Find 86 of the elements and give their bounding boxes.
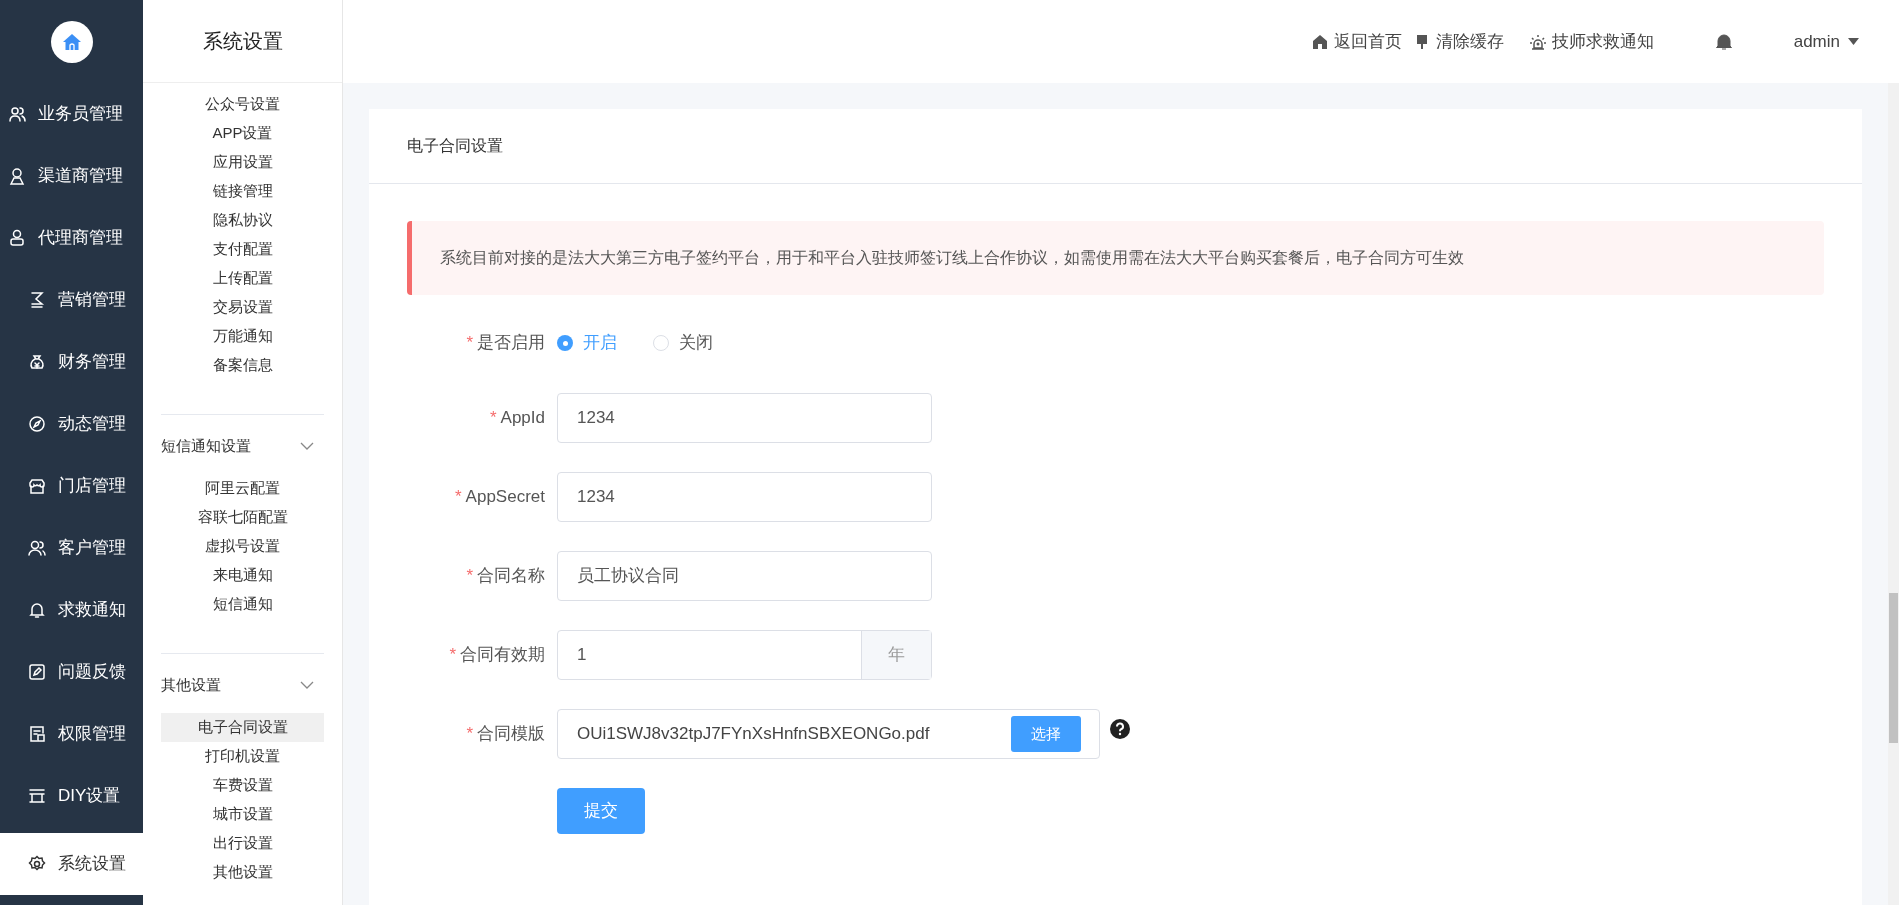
users-icon (28, 539, 46, 557)
file-field[interactable]: OUi1SWJ8v32tpJ7FYnXsHnfnSBXEONGo.pdf 选择 (557, 709, 1100, 759)
required-mark: * (449, 644, 456, 667)
radio-button[interactable] (653, 335, 669, 351)
submenu-item[interactable]: 上传配置 (161, 264, 324, 293)
required-mark: * (466, 332, 473, 355)
submenu-item[interactable]: 容联七陌配置 (161, 503, 324, 532)
nav-item[interactable]: 权限管理 (0, 703, 143, 765)
radio-button[interactable] (557, 335, 573, 351)
submenu-item[interactable]: 阿里云配置 (161, 474, 324, 503)
nav-item[interactable]: 动态管理 (0, 393, 143, 455)
submenu-item[interactable]: 城市设置 (161, 800, 324, 829)
input-field[interactable]: 1234 (557, 472, 932, 522)
nav-item[interactable]: 求救通知 (0, 579, 143, 641)
required-mark: * (489, 407, 497, 430)
required-mark: * (466, 723, 473, 746)
submenu-item[interactable]: 隐私协议 (161, 206, 324, 235)
required-mark: * (455, 486, 462, 509)
submenu-group-header[interactable]: 短信通知设置 (161, 426, 324, 466)
list-doc-icon (28, 725, 46, 743)
chevron-icon (300, 680, 314, 690)
chevron-icon (300, 441, 314, 451)
field-label: 合同名称 (477, 565, 545, 588)
nav-item[interactable]: 问题反馈 (0, 641, 143, 703)
siren-icon (1529, 33, 1546, 50)
money-bag-icon (28, 353, 46, 371)
field-label: 是否启用 (477, 332, 545, 355)
submenu-item[interactable]: 来电通知 (161, 561, 324, 590)
flag-icon (28, 291, 46, 309)
user-menu[interactable]: admin (1793, 28, 1859, 55)
nav-item[interactable]: 门店管理 (0, 455, 143, 517)
field-label: AppId (500, 407, 545, 430)
nav-item[interactable]: 代理商管理 (0, 207, 143, 269)
nav-item[interactable]: 财务管理 (0, 331, 143, 393)
bell-icon (28, 601, 46, 619)
header-link[interactable]: 清除缓存 (1413, 28, 1504, 55)
input-field[interactable]: 1 年 (557, 630, 932, 680)
submenu-item[interactable]: 万能通知 (161, 322, 324, 351)
store-icon (28, 477, 46, 495)
nav-item[interactable]: 业务员管理 (0, 83, 143, 145)
gear-icon (28, 855, 46, 873)
person-icon (8, 167, 26, 185)
submenu-item[interactable]: 链接管理 (161, 177, 324, 206)
nav-item[interactable]: 渠道商管理 (0, 145, 143, 207)
submenu-title: 系统设置 (202, 29, 283, 54)
submenu-item[interactable]: 公众号设置 (161, 90, 324, 119)
submenu-item[interactable]: 其他设置 (161, 858, 324, 887)
submenu-item[interactable]: 应用设置 (161, 148, 324, 177)
logo-icon (50, 20, 93, 63)
header-link[interactable]: 返回首页 (1311, 28, 1402, 55)
person-card-icon (8, 229, 26, 247)
nav-item[interactable]: DIY设置 (0, 765, 143, 827)
compass-icon (28, 415, 46, 433)
help-icon[interactable] (1110, 719, 1130, 739)
submenu-item[interactable]: 出行设置 (161, 829, 324, 858)
radio-option[interactable]: 关闭 (653, 330, 713, 356)
submenu-item[interactable]: 虚拟号设置 (161, 532, 324, 561)
input-field[interactable]: 1234 (557, 393, 932, 443)
input-suffix: 年 (861, 631, 931, 679)
submenu-item[interactable]: 打印机设置 (161, 742, 324, 771)
field-label: 合同有效期 (460, 644, 545, 667)
nav-item[interactable]: 营销管理 (0, 269, 143, 331)
submenu-item[interactable]: 电子合同设置 (161, 713, 324, 742)
header-link[interactable]: 技师求救通知 (1529, 28, 1654, 55)
bell-icon[interactable] (1715, 32, 1732, 51)
caret-icon (1848, 38, 1859, 45)
field-label: AppSecret (465, 486, 545, 509)
submenu-item[interactable]: 车费设置 (161, 771, 324, 800)
nav-item[interactable]: 系统设置 (0, 833, 143, 895)
input-field[interactable]: 员工协议合同 (557, 551, 932, 601)
people-icon (8, 105, 26, 123)
nav-item[interactable]: 客户管理 (0, 517, 143, 579)
submenu-item[interactable]: APP设置 (161, 119, 324, 148)
submenu-item[interactable]: 短信通知 (161, 590, 324, 619)
edit-icon (28, 663, 46, 681)
card-title: 电子合同设置 (407, 136, 503, 156)
submenu-item[interactable]: 支付配置 (161, 235, 324, 264)
home-icon (1311, 33, 1328, 50)
field-label: 合同模版 (477, 723, 545, 746)
scrollbar[interactable] (1888, 83, 1899, 905)
lines-icon (28, 787, 46, 805)
alert-text: 系统目前对接的是法大大第三方电子签约平台，用于和平台入驻技师签订线上合作协议，如需使用需在法大大平台购买套餐后，电子合同方可生效 (440, 248, 1464, 268)
submenu-item[interactable]: 交易设置 (161, 293, 324, 322)
submenu-item[interactable]: 备案信息 (161, 351, 324, 380)
required-mark: * (466, 565, 473, 588)
submenu-group-header[interactable]: 其他设置 (161, 665, 324, 705)
